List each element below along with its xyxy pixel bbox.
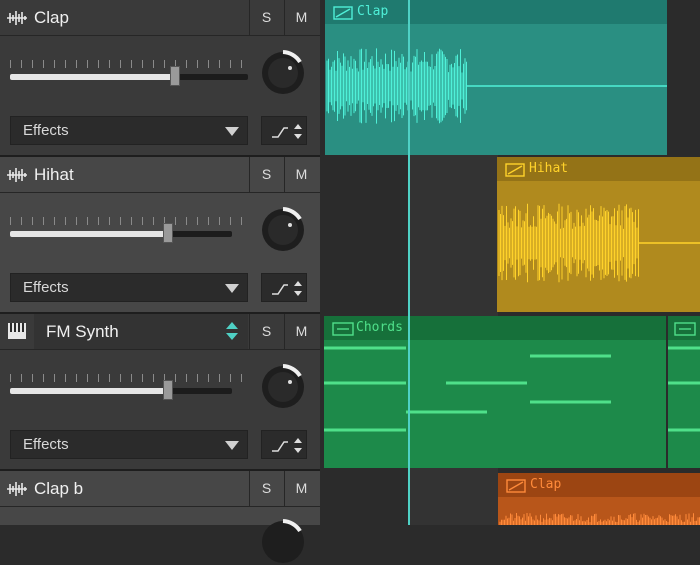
slider-fill bbox=[10, 74, 175, 80]
clip-name: Clap bbox=[357, 4, 389, 19]
audio-clip-icon bbox=[505, 163, 525, 177]
slider-fill bbox=[10, 388, 168, 394]
effects-dropdown[interactable]: Effects bbox=[10, 273, 248, 302]
pan-knob[interactable] bbox=[260, 50, 306, 96]
midi-clip-icon bbox=[674, 322, 696, 336]
effects-dropdown[interactable]: Effects bbox=[10, 116, 248, 145]
audio-clip[interactable]: Clap bbox=[498, 473, 700, 525]
midi-clip-icon bbox=[332, 322, 354, 336]
slider-ticks bbox=[10, 374, 248, 382]
track-fm-synth: FM Synth S M Effects bbox=[0, 314, 320, 471]
slider-thumb[interactable] bbox=[170, 66, 180, 86]
automation-button[interactable] bbox=[261, 430, 307, 459]
solo-button[interactable]: S bbox=[249, 157, 283, 192]
slider-ticks bbox=[10, 60, 248, 68]
track-header: Clap S M bbox=[0, 0, 320, 36]
waveform bbox=[326, 48, 667, 124]
clip-name: Chords bbox=[356, 320, 403, 335]
slider-thumb[interactable] bbox=[163, 223, 173, 243]
track-clap-b: Clap b S M bbox=[0, 471, 320, 563]
audio-clip-icon bbox=[333, 6, 353, 20]
pan-knob[interactable] bbox=[260, 519, 306, 565]
up-down-icon bbox=[226, 322, 238, 340]
chevron-down-icon bbox=[225, 127, 239, 136]
effects-label: Effects bbox=[23, 436, 69, 453]
automation-icon bbox=[272, 438, 302, 453]
automation-icon bbox=[272, 281, 302, 296]
effects-dropdown[interactable]: Effects bbox=[10, 430, 248, 459]
clip-name: Hihat bbox=[529, 161, 569, 176]
waveform-icon bbox=[7, 482, 27, 496]
clip-header: Chords bbox=[324, 316, 666, 340]
slider-fill bbox=[10, 231, 168, 237]
track-panel: Clap S M Effects Hihat S M Effects FM Sy… bbox=[0, 0, 320, 563]
audio-clip[interactable]: Hihat bbox=[497, 157, 700, 312]
track-hihat: Hihat S M Effects bbox=[0, 157, 320, 314]
piano-keys-icon bbox=[8, 323, 26, 339]
mute-button[interactable]: M bbox=[284, 0, 318, 35]
solo-button[interactable]: S bbox=[249, 471, 283, 506]
chevron-down-icon bbox=[225, 284, 239, 293]
effects-label: Effects bbox=[23, 122, 69, 139]
midi-clip[interactable]: Chords bbox=[324, 316, 666, 468]
automation-icon bbox=[272, 124, 302, 139]
clip-name: Clap bbox=[530, 477, 562, 492]
automation-button[interactable] bbox=[261, 273, 307, 302]
solo-button[interactable]: S bbox=[249, 0, 283, 35]
volume-slider[interactable] bbox=[10, 217, 248, 247]
pan-knob[interactable] bbox=[260, 364, 306, 410]
waveform bbox=[499, 513, 700, 525]
track-name[interactable]: Hihat bbox=[34, 165, 74, 185]
audio-clip[interactable]: Clap bbox=[325, 0, 667, 155]
instrument-selector[interactable]: FM Synth bbox=[34, 314, 248, 349]
track-clap: Clap S M Effects bbox=[0, 0, 320, 157]
midi-notes bbox=[324, 346, 611, 432]
automation-button[interactable] bbox=[261, 116, 307, 145]
waveform-icon bbox=[7, 168, 27, 182]
mute-button[interactable]: M bbox=[284, 314, 318, 349]
playhead[interactable] bbox=[408, 0, 410, 525]
pan-knob[interactable] bbox=[260, 207, 306, 253]
volume-slider[interactable] bbox=[10, 374, 248, 404]
arrangement-view[interactable]: Clap Hihat Chords Clap bbox=[320, 0, 700, 525]
chevron-down-icon bbox=[225, 441, 239, 450]
volume-slider[interactable] bbox=[10, 60, 248, 90]
mute-button[interactable]: M bbox=[284, 157, 318, 192]
solo-button[interactable]: S bbox=[249, 314, 283, 349]
audio-clip-icon bbox=[506, 479, 526, 493]
waveform-icon bbox=[7, 11, 27, 25]
track-name[interactable]: Clap bbox=[34, 8, 69, 28]
track-header: Clap b S M bbox=[0, 471, 320, 507]
track-header: Hihat S M bbox=[0, 157, 320, 193]
effects-label: Effects bbox=[23, 279, 69, 296]
track-name: FM Synth bbox=[46, 322, 119, 341]
clip-header: Clap bbox=[498, 473, 700, 497]
track-header: FM Synth S M bbox=[0, 314, 320, 350]
midi-notes bbox=[668, 346, 700, 432]
clip-header: Hihat bbox=[497, 157, 700, 181]
clip-header bbox=[668, 316, 700, 340]
slider-thumb[interactable] bbox=[163, 380, 173, 400]
midi-clip[interactable] bbox=[668, 316, 700, 468]
track-name[interactable]: Clap b bbox=[34, 479, 83, 499]
slider-ticks bbox=[10, 217, 248, 225]
waveform bbox=[498, 203, 700, 283]
mute-button[interactable]: M bbox=[284, 471, 318, 506]
clip-header: Clap bbox=[325, 0, 667, 24]
